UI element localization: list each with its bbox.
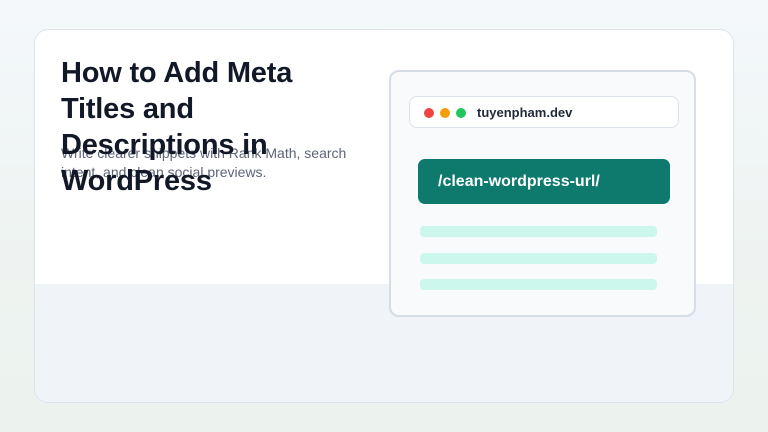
- domain-text: tuyenpham.dev: [477, 105, 573, 120]
- placeholder-line: [420, 253, 657, 264]
- url-slug-text: /clean-wordpress-url/: [438, 173, 600, 190]
- article-title: How to Add Meta Titles and Descriptions …: [61, 57, 293, 197]
- green-dot-icon: [456, 108, 466, 118]
- red-dot-icon: [424, 108, 434, 118]
- placeholder-line: [420, 279, 657, 290]
- address-bar: tuyenpham.dev: [409, 96, 679, 128]
- amber-dot-icon: [440, 108, 450, 118]
- placeholder-line: [420, 226, 657, 237]
- browser-mockup: tuyenpham.dev /clean-wordpress-url/: [389, 70, 696, 317]
- url-slug-badge: /clean-wordpress-url/: [418, 159, 670, 204]
